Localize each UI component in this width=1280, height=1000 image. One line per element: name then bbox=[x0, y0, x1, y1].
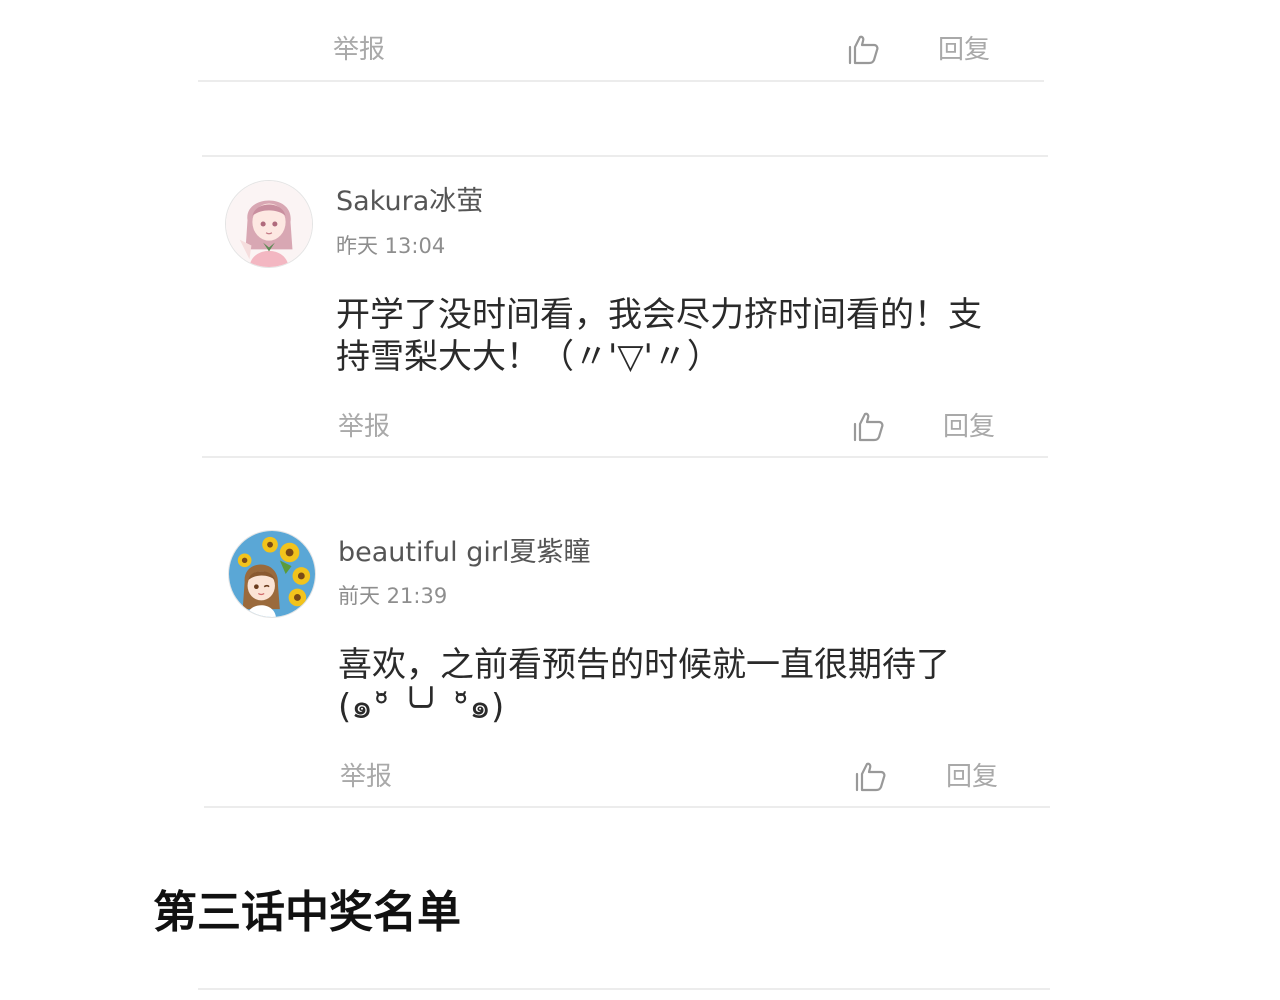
divider bbox=[204, 806, 1050, 808]
thumbs-up-icon[interactable] bbox=[847, 34, 881, 66]
report-button[interactable]: 举报 bbox=[340, 764, 392, 790]
user-avatar[interactable] bbox=[228, 530, 316, 618]
reply-button[interactable]: 回复 bbox=[938, 37, 990, 63]
user-avatar[interactable] bbox=[225, 180, 313, 268]
divider bbox=[198, 80, 1044, 82]
section-title: 第三话中奖名单 bbox=[153, 887, 461, 938]
username[interactable]: beautiful girl夏紫瞳 bbox=[338, 539, 590, 566]
comment-text-line: 开学了没时间看，我会尽力挤时间看的！支 bbox=[336, 295, 982, 335]
divider bbox=[202, 456, 1048, 458]
comment-text: 喜欢，之前看预告的时候就一直很期待了 (๑°̆ ╰╯ °̆๑) bbox=[338, 644, 950, 728]
comment-text-line: (๑°̆ ╰╯ °̆๑) bbox=[338, 687, 505, 727]
reply-button[interactable]: 回复 bbox=[946, 764, 998, 790]
comment-text-line: 喜欢，之前看预告的时候就一直很期待了 bbox=[338, 645, 950, 685]
username[interactable]: Sakura冰萤 bbox=[336, 188, 483, 215]
timestamp: 前天 21:39 bbox=[338, 584, 448, 608]
comment-text: 开学了没时间看，我会尽力挤时间看的！支 持雪梨大大！（〃'▽'〃） bbox=[336, 294, 982, 378]
comment-text-line: 持雪梨大大！（〃'▽'〃） bbox=[336, 337, 721, 377]
thumbs-up-icon[interactable] bbox=[852, 411, 886, 443]
report-button[interactable]: 举报 bbox=[333, 37, 385, 63]
reply-button[interactable]: 回复 bbox=[943, 414, 995, 440]
thumbs-up-icon[interactable] bbox=[854, 761, 888, 793]
divider bbox=[198, 988, 1050, 990]
divider bbox=[202, 155, 1048, 157]
report-button[interactable]: 举报 bbox=[338, 414, 390, 440]
timestamp: 昨天 13:04 bbox=[336, 234, 446, 258]
